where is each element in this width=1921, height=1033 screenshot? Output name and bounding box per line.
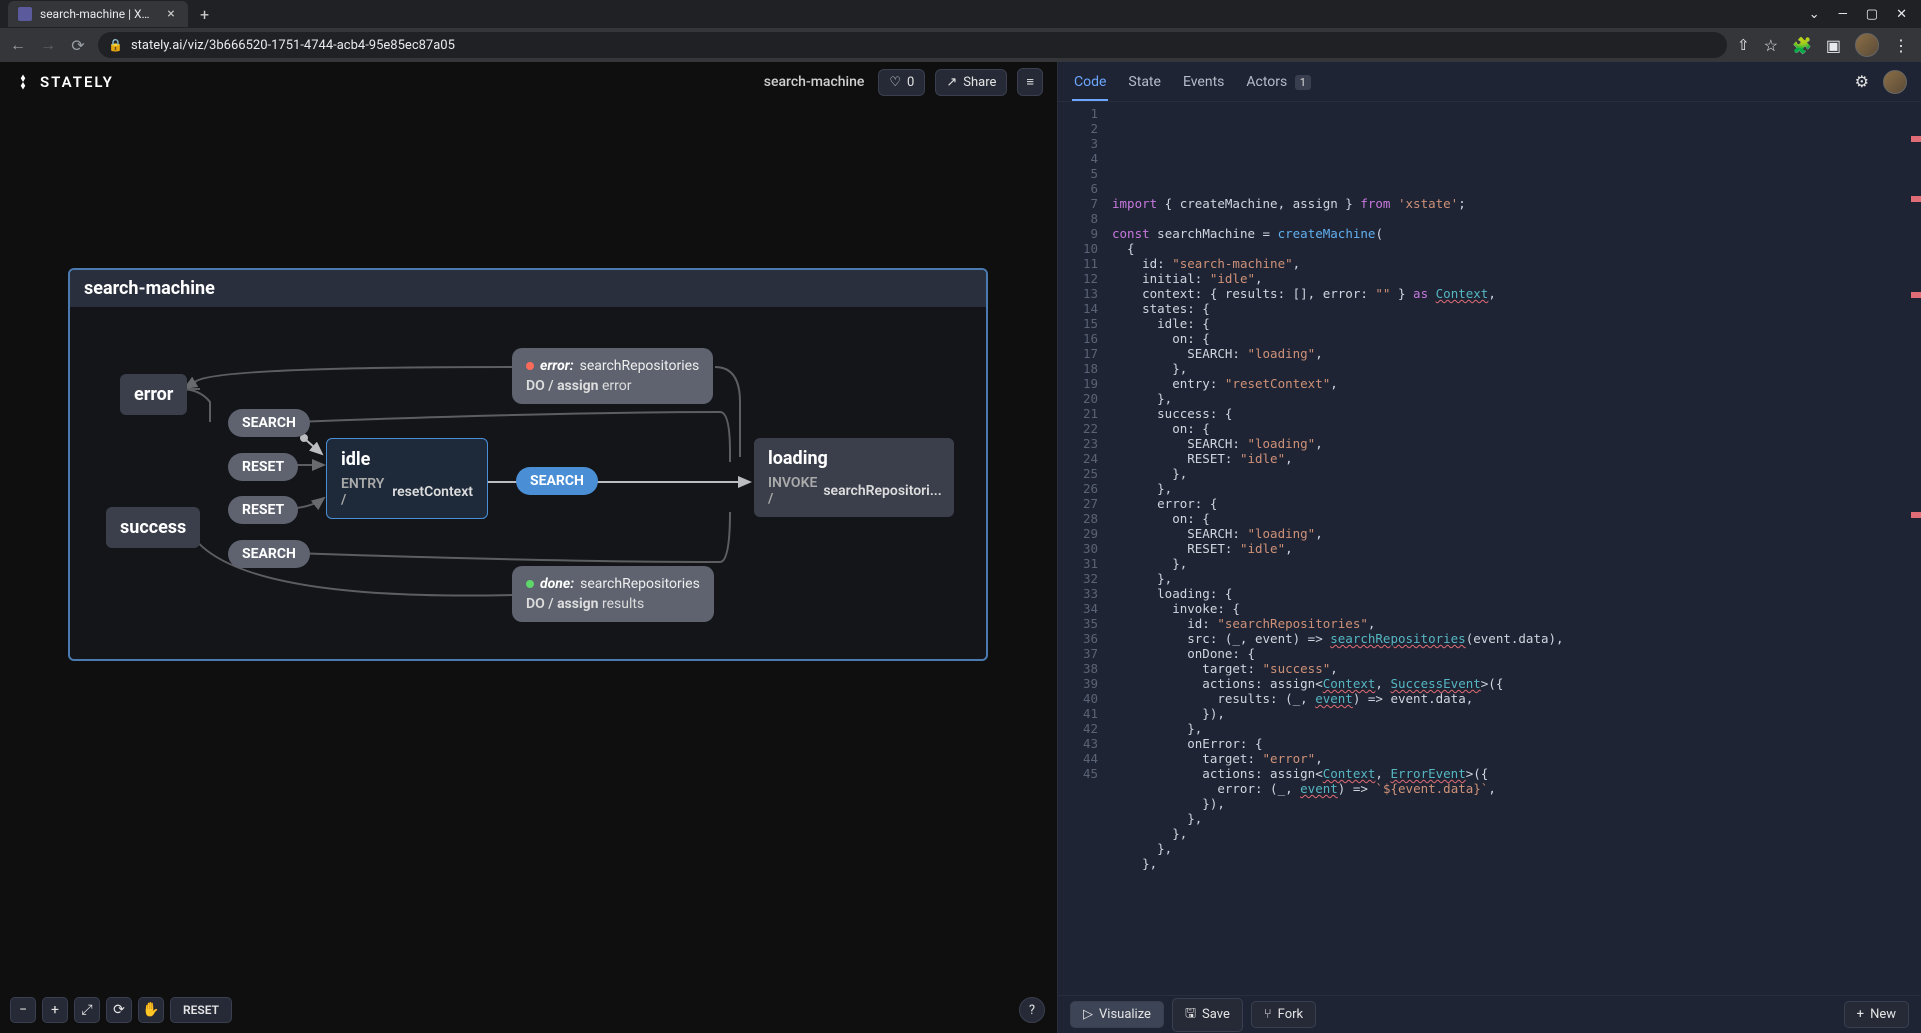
like-button[interactable]: ♡ 0	[878, 69, 925, 96]
entry-label: ENTRY /	[341, 476, 386, 508]
state-success[interactable]: success	[106, 507, 200, 548]
state-idle[interactable]: idle ENTRY / resetContext	[326, 438, 488, 519]
user-avatar[interactable]	[1883, 70, 1907, 94]
new-button[interactable]: + New	[1844, 1001, 1909, 1028]
error-marker	[1911, 512, 1921, 518]
kebab-menu-icon[interactable]: ⋮	[1893, 36, 1909, 55]
share-icon[interactable]: ⇧	[1737, 36, 1750, 54]
reload-icon[interactable]: ⟳	[68, 35, 88, 55]
machine-title: search-machine	[70, 270, 986, 307]
invoke-label: INVOKE /	[768, 475, 817, 507]
plus-icon: +	[1857, 1007, 1864, 1022]
new-label: New	[1870, 1007, 1896, 1022]
invoke-src: searchRepositori...	[823, 483, 941, 499]
tab-close-icon[interactable]: ×	[164, 7, 178, 21]
logo-icon	[14, 73, 32, 91]
save-label: Save	[1202, 1007, 1230, 1022]
state-error-title: error	[134, 384, 173, 405]
stately-logo[interactable]: STATELY	[14, 73, 114, 91]
state-loading[interactable]: loading INVOKE / searchRepositori...	[754, 438, 954, 517]
tab-state[interactable]: State	[1126, 64, 1163, 100]
share-label: Share	[963, 75, 996, 90]
visualize-label: Visualize	[1099, 1007, 1151, 1022]
state-idle-title: idle	[341, 449, 473, 470]
refresh-button[interactable]: ⟳	[106, 997, 132, 1023]
hamburger-icon: ≡	[1026, 74, 1034, 90]
tab-events[interactable]: Events	[1181, 64, 1226, 100]
fork-label: Fork	[1278, 1007, 1303, 1022]
gear-icon[interactable]: ⚙	[1855, 72, 1869, 91]
ondone-src: searchRepositories	[580, 576, 700, 592]
ondone-do: DO /	[526, 596, 554, 612]
back-icon[interactable]: ←	[8, 35, 28, 55]
hand-button[interactable]: ✋	[138, 997, 164, 1023]
help-button[interactable]: ?	[1019, 997, 1045, 1023]
onerror-do: DO /	[526, 378, 554, 394]
fork-icon: ⑂	[1264, 1007, 1272, 1022]
state-error[interactable]: error	[120, 374, 187, 415]
fork-button[interactable]: ⑂ Fork	[1251, 1001, 1316, 1028]
favicon	[18, 7, 32, 21]
tab-code[interactable]: Code	[1072, 64, 1108, 100]
zoom-out-button[interactable]: −	[10, 997, 36, 1023]
visualize-button[interactable]: ▷ Visualize	[1070, 1001, 1164, 1028]
onerror-assign: assign	[557, 378, 598, 394]
browser-tab[interactable]: search-machine | XState Visualiz ×	[8, 1, 188, 27]
panel-icon[interactable]: ▣	[1826, 36, 1841, 55]
play-icon: ▷	[1083, 1007, 1093, 1022]
event-reset-error[interactable]: RESET	[228, 453, 298, 481]
reset-button[interactable]: RESET	[170, 997, 232, 1023]
line-gutter: 1234567891011121314151617181920212223242…	[1058, 102, 1106, 995]
machine-name: search-machine	[764, 74, 865, 90]
onerror-src: searchRepositories	[580, 358, 700, 374]
onerror-box[interactable]: error: searchRepositories DO / assign er…	[512, 348, 713, 404]
onerror-label: error:	[540, 358, 574, 374]
url-text: stately.ai/viz/3b666520-1751-4744-acb4-9…	[131, 38, 455, 53]
extensions-icon[interactable]: 🧩	[1792, 36, 1812, 55]
done-dot-icon	[526, 580, 534, 588]
logo-text: STATELY	[40, 73, 114, 91]
save-button[interactable]: 🖫 Save	[1172, 998, 1243, 1032]
actors-badge: 1	[1295, 75, 1311, 90]
maximize-icon[interactable]: ▢	[1866, 7, 1878, 22]
chevron-down-icon[interactable]: ⌄	[1809, 7, 1820, 22]
tab-actors[interactable]: Actors 1	[1244, 64, 1313, 100]
event-search-idle[interactable]: SEARCH	[516, 467, 598, 495]
error-marker	[1911, 136, 1921, 142]
like-count: 0	[907, 75, 914, 90]
event-reset-success[interactable]: RESET	[228, 496, 298, 524]
profile-avatar[interactable]	[1855, 33, 1879, 57]
ondone-box[interactable]: done: searchRepositories DO / assign res…	[512, 566, 714, 622]
minimize-icon[interactable]: —	[1838, 7, 1848, 22]
heart-icon: ♡	[889, 75, 901, 90]
error-marker	[1911, 196, 1921, 202]
error-dot-icon	[526, 362, 534, 370]
code-content[interactable]: import { createMachine, assign } from 'x…	[1106, 102, 1921, 995]
menu-button[interactable]: ≡	[1017, 68, 1043, 96]
state-loading-title: loading	[768, 448, 940, 469]
new-tab-button[interactable]: +	[192, 5, 217, 24]
fit-button[interactable]: ⤢	[74, 997, 100, 1023]
ondone-assign: assign	[557, 596, 598, 612]
event-search-error[interactable]: SEARCH	[228, 409, 310, 437]
tab-title: search-machine | XState Visualiz	[40, 7, 156, 21]
url-bar[interactable]: 🔒 stately.ai/viz/3b666520-1751-4744-acb4…	[98, 32, 1727, 58]
star-icon[interactable]: ☆	[1764, 36, 1778, 55]
state-success-title: success	[120, 517, 186, 538]
tab-actors-label: Actors	[1246, 74, 1287, 90]
error-marker	[1911, 292, 1921, 298]
share-button[interactable]: ↗ Share	[935, 69, 1007, 96]
ondone-target: results	[602, 596, 644, 612]
zoom-in-button[interactable]: +	[42, 997, 68, 1023]
forward-icon[interactable]: →	[38, 35, 58, 55]
event-search-success[interactable]: SEARCH	[228, 540, 310, 568]
entry-action: resetContext	[392, 484, 473, 500]
save-icon: 🖫	[1185, 1004, 1196, 1026]
share-icon: ↗	[946, 75, 957, 90]
close-window-icon[interactable]: ✕	[1896, 7, 1907, 22]
code-editor[interactable]: 1234567891011121314151617181920212223242…	[1058, 102, 1921, 995]
lock-icon: 🔒	[108, 38, 123, 52]
ondone-label: done:	[540, 576, 574, 592]
onerror-target: error	[602, 378, 632, 394]
